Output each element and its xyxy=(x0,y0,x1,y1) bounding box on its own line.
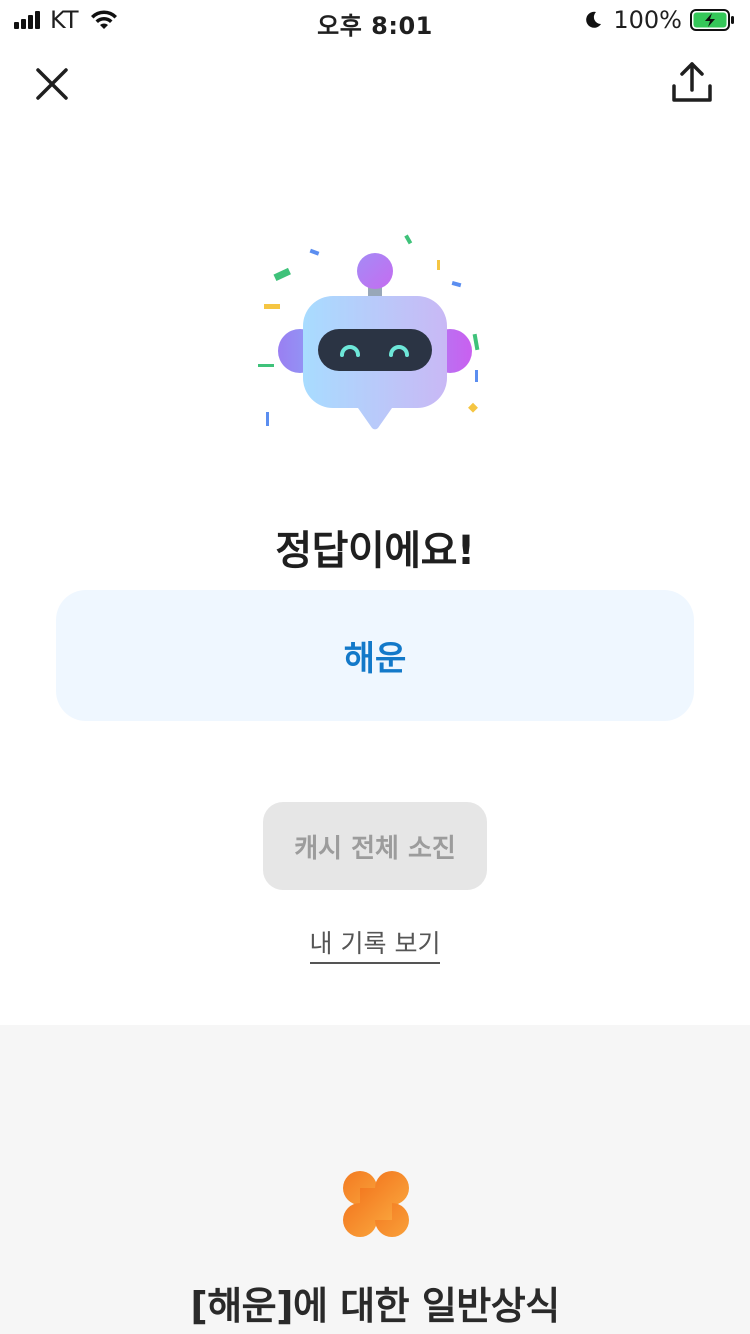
cash-spend-button[interactable]: 캐시 전체 소진 xyxy=(263,802,487,890)
battery-icon xyxy=(690,9,734,31)
info-section: [해운]에 대한 일반상식 xyxy=(0,1025,750,1334)
battery-percent: 100% xyxy=(613,6,682,34)
status-right: 100% xyxy=(583,6,736,34)
answer-box: 해운 xyxy=(56,590,694,721)
close-icon[interactable] xyxy=(30,62,74,106)
history-link-wrap: 내 기록 보기 xyxy=(0,924,750,964)
clover-icon xyxy=(343,1171,409,1237)
history-link[interactable]: 내 기록 보기 xyxy=(309,929,441,964)
moon-icon xyxy=(586,11,602,28)
info-title: [해운]에 대한 일반상식 xyxy=(190,1284,560,1328)
status-bar: KT 오후 8:01 100% xyxy=(0,0,750,40)
result-title: 정답이에요! xyxy=(275,528,475,574)
answer-text: 해운 xyxy=(343,639,407,679)
robot-icon xyxy=(258,234,480,430)
share-icon[interactable] xyxy=(670,60,714,106)
